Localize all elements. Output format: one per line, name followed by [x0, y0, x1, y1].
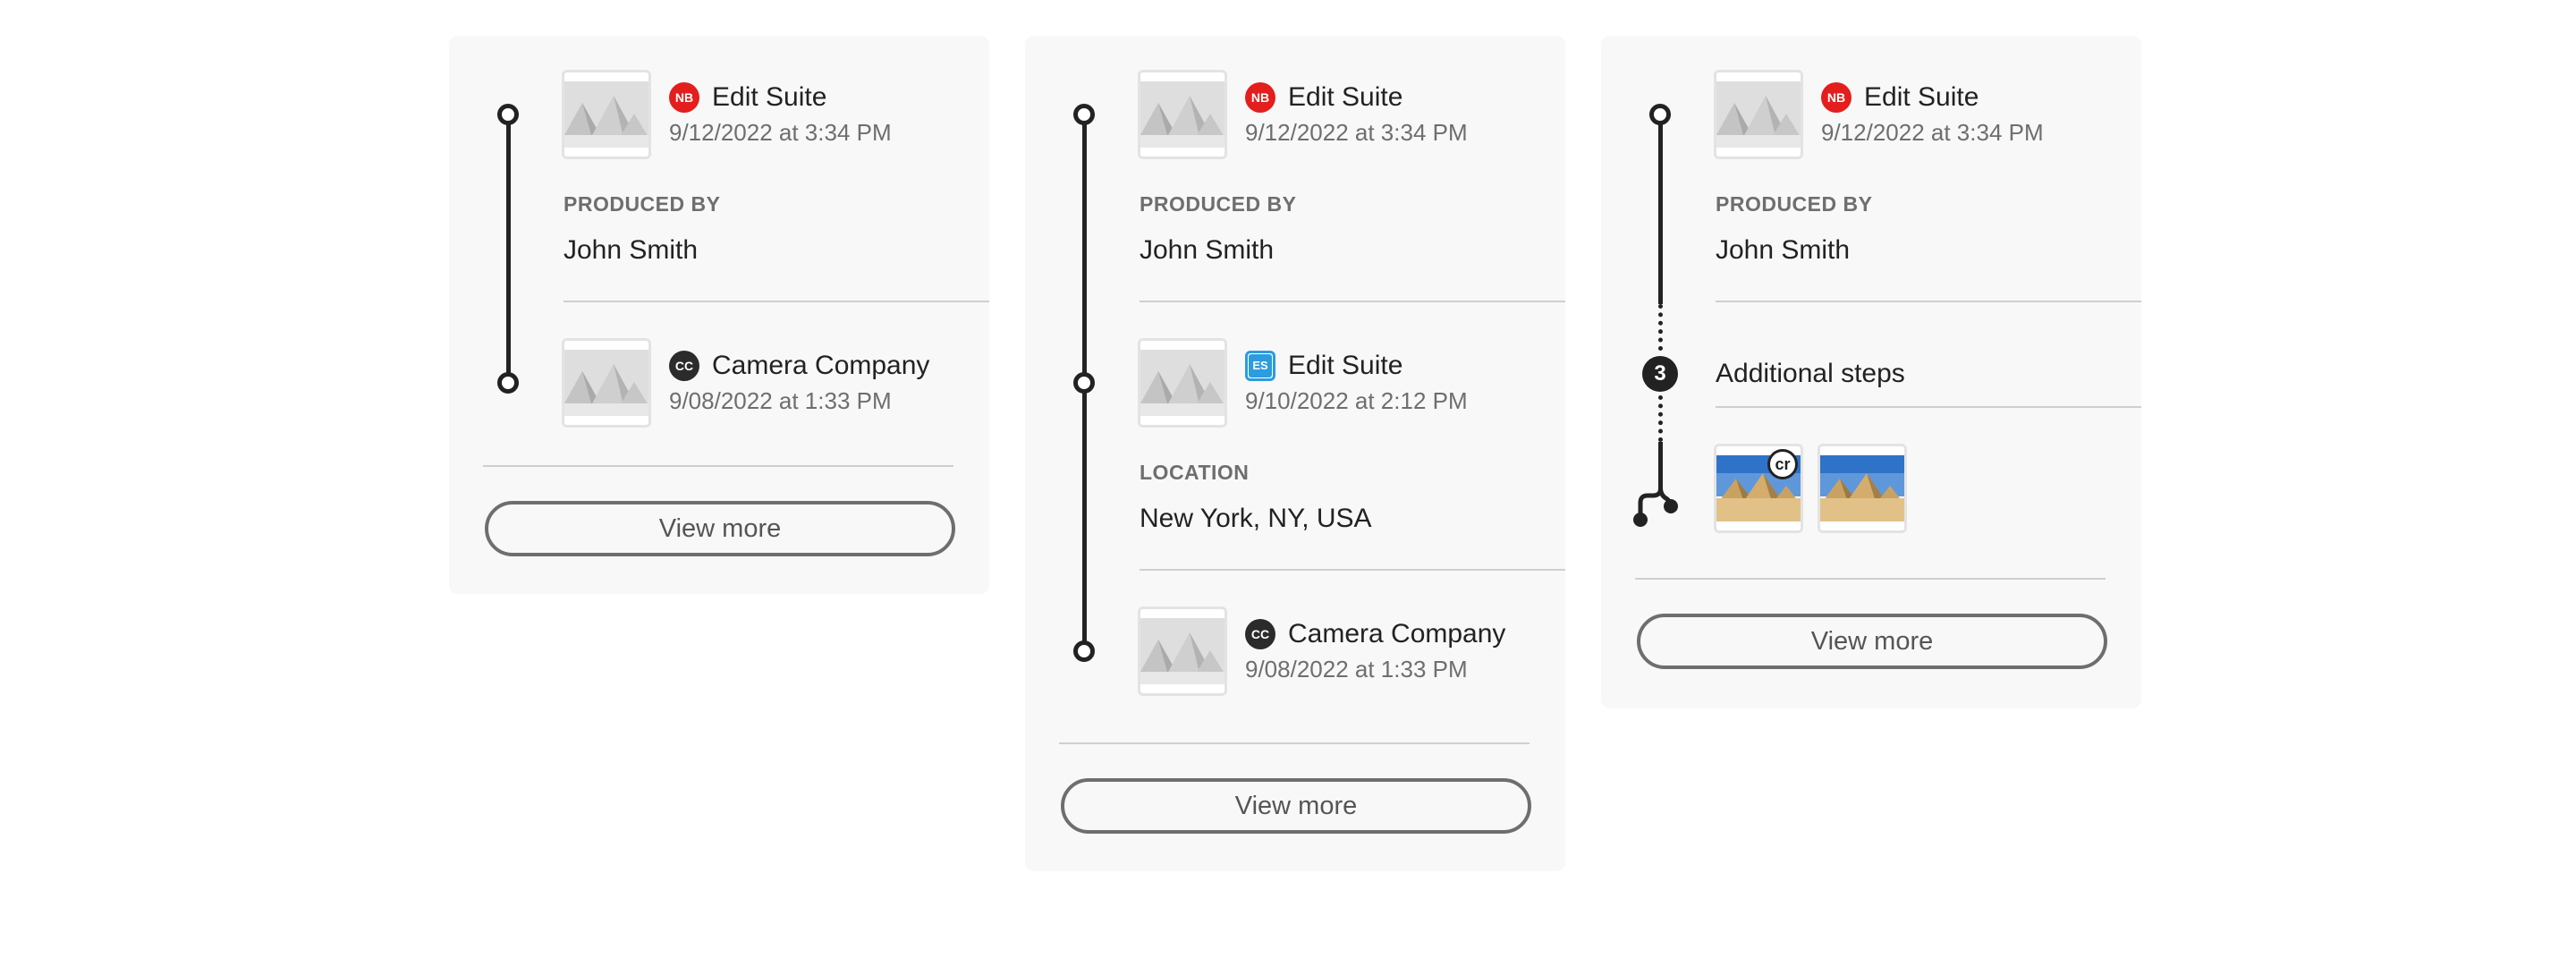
divider — [1140, 569, 1565, 571]
view-more-button[interactable]: View more — [1061, 778, 1531, 834]
es-logo-text: ES — [1249, 354, 1272, 377]
divider — [1716, 301, 2141, 302]
cc-logo-icon: CC — [1245, 619, 1275, 649]
timeline-node-icon — [1073, 640, 1095, 662]
entry-app-name: Edit Suite — [1288, 82, 1403, 112]
entry-app-name: Edit Suite — [712, 82, 827, 112]
snow-pyramids-image — [564, 72, 648, 157]
location-value: New York, NY, USA — [1140, 504, 1372, 533]
divider — [483, 465, 953, 467]
nb-logo-icon: NB — [1245, 82, 1275, 113]
produced-by-label: PRODUCED BY — [1716, 192, 1873, 216]
entry-date: 9/12/2022 at 3:34 PM — [1821, 119, 2044, 146]
nb-logo-icon: NB — [669, 82, 699, 113]
produced-by-value: John Smith — [1716, 235, 1851, 265]
timeline-line — [1658, 114, 1663, 304]
divider — [1635, 578, 2106, 580]
location-label: LOCATION — [1140, 461, 1250, 484]
provenance-card-2: NB Edit Suite 9/12/2022 at 3:34 PM PRODU… — [1025, 36, 1565, 871]
snow-pyramids-image — [1140, 609, 1224, 693]
divider — [1059, 742, 1530, 744]
branch-icon — [1633, 471, 1678, 527]
ingredient-thumbnail[interactable] — [1818, 444, 1907, 533]
timeline-node-icon — [1073, 104, 1095, 125]
entry-date: 9/08/2022 at 1:33 PM — [1245, 656, 1468, 682]
asset-thumbnail[interactable] — [1138, 70, 1227, 159]
timeline-dotted-line — [1658, 395, 1667, 442]
additional-steps-label[interactable]: Additional steps — [1716, 358, 1905, 390]
timeline-node-icon — [497, 372, 519, 394]
entry-date: 9/12/2022 at 3:34 PM — [1245, 119, 1468, 146]
snow-pyramids-image — [1140, 341, 1224, 425]
asset-thumbnail[interactable] — [562, 338, 651, 428]
provenance-card-3: 3 NB Edit Suite 9/12/2022 at 3:34 PM PRO… — [1601, 36, 2141, 708]
view-more-button[interactable]: View more — [485, 501, 955, 556]
divider — [564, 301, 989, 302]
provenance-card-1: NB Edit Suite 9/12/2022 at 3:34 PM PRODU… — [449, 36, 989, 594]
entry-date: 9/12/2022 at 3:34 PM — [669, 119, 892, 146]
asset-thumbnail[interactable] — [562, 70, 651, 159]
entry-date: 9/08/2022 at 1:33 PM — [669, 387, 892, 414]
entry-app-name: Camera Company — [712, 351, 930, 380]
timeline-node-icon — [1649, 104, 1671, 125]
timeline-node-icon — [497, 104, 519, 125]
timeline-node-icon — [1073, 372, 1095, 394]
produced-by-value: John Smith — [564, 235, 699, 265]
entry-app-name: Edit Suite — [1288, 351, 1403, 380]
divider — [1140, 301, 1565, 302]
cr-badge-icon: cr — [1767, 449, 1798, 479]
snow-pyramids-image — [1716, 72, 1801, 157]
asset-thumbnail[interactable] — [1138, 338, 1227, 428]
nb-logo-icon: NB — [1821, 82, 1852, 113]
snow-pyramids-image — [1140, 72, 1224, 157]
divider — [1716, 406, 2141, 408]
view-more-button[interactable]: View more — [1637, 614, 2107, 669]
cc-logo-icon: CC — [669, 351, 699, 381]
entry-app-name: Camera Company — [1288, 619, 1506, 649]
asset-thumbnail[interactable] — [1714, 70, 1803, 159]
timeline-line — [506, 114, 511, 383]
es-logo-icon: ES — [1245, 351, 1275, 381]
asset-thumbnail[interactable] — [1138, 606, 1227, 696]
entry-date: 9/10/2022 at 2:12 PM — [1245, 387, 1468, 414]
produced-by-label: PRODUCED BY — [1140, 192, 1297, 216]
produced-by-value: John Smith — [1140, 235, 1275, 265]
snow-pyramids-image — [564, 341, 648, 425]
timeline-dotted-line — [1658, 304, 1667, 351]
step-count-badge: 3 — [1642, 356, 1678, 392]
produced-by-label: PRODUCED BY — [564, 192, 721, 216]
pyramids-photo — [1820, 446, 1904, 530]
entry-app-name: Edit Suite — [1864, 82, 1979, 112]
